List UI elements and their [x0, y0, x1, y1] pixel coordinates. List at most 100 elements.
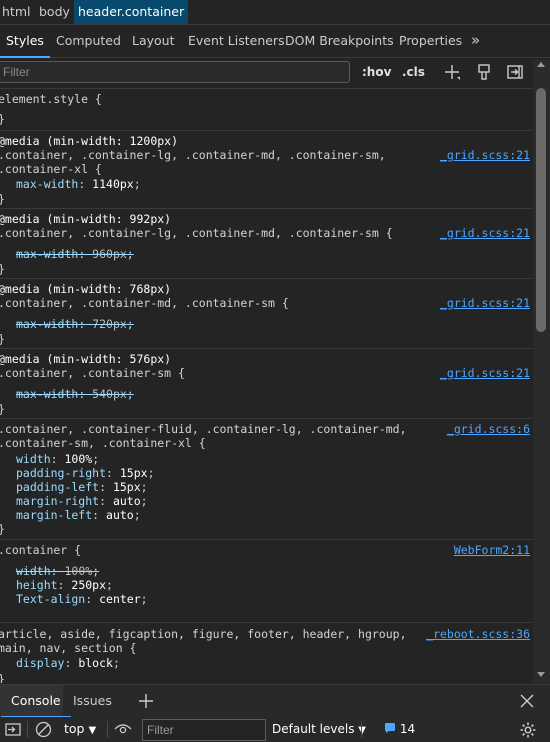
css-declaration[interactable]: Text-align: center; — [16, 592, 148, 606]
source-link[interactable]: _grid.scss:21 — [440, 296, 530, 310]
css-declaration[interactable]: margin-right: auto; — [16, 494, 148, 508]
toggle-sidebar-icon[interactable] — [505, 62, 525, 82]
style-rule[interactable]: .container { WebForm2:11 width: 100%; he… — [0, 540, 532, 623]
console-filter-input[interactable] — [142, 719, 266, 741]
css-property: margin-left — [16, 508, 93, 522]
css-declaration-overridden[interactable]: width: 100%; — [16, 564, 99, 578]
rule-selector: .container-sm, .container-xl { — [0, 436, 206, 450]
hov-button[interactable]: :hov — [362, 58, 391, 86]
styles-filter-input[interactable] — [0, 61, 350, 83]
style-rule[interactable]: @media (min-width: 1200px) .container, .… — [0, 131, 532, 209]
style-rule[interactable]: @media (min-width: 768px) .container, .c… — [0, 279, 532, 349]
media-query: @media (min-width: 1200px) — [0, 134, 179, 148]
issues-icon — [385, 723, 395, 733]
css-property: Text-align — [16, 592, 86, 606]
rule-selector: .container, .container-fluid, .container… — [0, 422, 407, 436]
rule-close-brace: } — [0, 522, 5, 536]
css-declaration[interactable]: height: 250px; — [16, 578, 113, 592]
log-levels-dropdown[interactable]: Default levels ▼ — [272, 720, 366, 738]
styles-scrollbar[interactable] — [533, 60, 550, 683]
css-property: max-width — [16, 247, 79, 261]
breadcrumb-html[interactable]: html — [0, 0, 34, 24]
tab-computed[interactable]: Computed — [56, 25, 121, 57]
css-property: max-width — [16, 387, 79, 401]
tab-layout[interactable]: Layout — [132, 25, 175, 57]
toolbar-separator — [107, 721, 108, 738]
tab-properties[interactable]: Properties — [399, 25, 462, 57]
rule-close-brace: } — [0, 332, 5, 346]
source-link[interactable]: _grid.scss:21 — [440, 226, 530, 240]
css-declaration-overridden[interactable]: max-width: 720px; — [16, 317, 134, 331]
css-value[interactable]: 720px — [92, 317, 127, 331]
console-toolbar: top ▼ Default levels ▼ 14 — [0, 717, 550, 742]
css-property: width — [16, 564, 51, 578]
css-value[interactable]: block — [78, 656, 113, 670]
css-declaration-overridden[interactable]: max-width: 540px; — [16, 387, 134, 401]
css-value[interactable]: 540px — [92, 387, 127, 401]
drawer-tabbar: Console Issues — [0, 684, 550, 718]
style-rule-element-style[interactable]: element.style { } — [0, 89, 532, 131]
css-value[interactable]: center — [99, 592, 141, 606]
style-rule[interactable]: @media (min-width: 992px) .container, .c… — [0, 209, 532, 279]
css-value[interactable]: 1140px — [92, 177, 134, 191]
css-value[interactable]: 100% — [64, 564, 92, 578]
chevron-down-icon: ▼ — [88, 725, 97, 736]
source-link[interactable]: _grid.scss:21 — [440, 148, 530, 162]
eye-icon[interactable] — [114, 722, 132, 736]
tab-dom-breakpoints[interactable]: DOM Breakpoints — [285, 25, 394, 57]
scroll-down-arrow-icon[interactable] — [537, 672, 545, 677]
css-declaration[interactable]: width: 100%; — [16, 452, 99, 466]
issues-counter[interactable]: 14 — [384, 720, 415, 738]
css-value[interactable]: 250px — [71, 578, 106, 592]
more-tabs-icon[interactable]: » — [471, 25, 480, 57]
settings-gear-icon[interactable] — [519, 721, 537, 739]
toolbar-separator — [361, 721, 362, 738]
source-link[interactable]: _grid.scss:6 — [447, 422, 530, 436]
scroll-up-arrow-icon[interactable] — [537, 62, 545, 67]
css-declaration[interactable]: max-width: 1140px; — [16, 177, 141, 191]
css-property: margin-right — [16, 494, 100, 508]
css-value[interactable]: 960px — [92, 247, 127, 261]
source-link[interactable]: _reboot.scss:36 — [426, 627, 530, 641]
tab-styles[interactable]: Styles — [0, 25, 50, 58]
css-declaration[interactable]: display: block; — [16, 656, 120, 670]
paint-brush-icon[interactable] — [474, 62, 494, 82]
rule-close-brace: } — [0, 112, 5, 126]
css-property: padding-right — [16, 466, 107, 480]
style-rule[interactable]: @media (min-width: 576px) .container, .c… — [0, 349, 532, 419]
add-tab-icon[interactable] — [138, 693, 154, 709]
scrollbar-thumb[interactable] — [536, 88, 546, 332]
css-declaration[interactable]: padding-left: 15px; — [16, 480, 148, 494]
css-value[interactable]: auto — [106, 508, 134, 522]
rule-selector: .container-xl { — [0, 162, 102, 176]
breadcrumb-body[interactable]: body — [35, 0, 74, 24]
media-query: @media (min-width: 992px) — [0, 212, 172, 226]
chevron-down-icon: ▼ — [358, 725, 366, 736]
css-value[interactable]: 15px — [120, 466, 148, 480]
css-property: height — [16, 578, 58, 592]
context-select[interactable]: top ▼ — [64, 720, 96, 738]
rule-selector: article, aside, figcaption, figure, foot… — [0, 627, 407, 641]
add-rule-icon[interactable] — [442, 62, 462, 82]
css-value[interactable]: 15px — [113, 480, 141, 494]
clear-console-icon[interactable] — [35, 721, 52, 738]
close-icon[interactable] — [520, 694, 534, 708]
css-value[interactable]: auto — [113, 494, 141, 508]
toggle-sidebar-icon[interactable] — [5, 722, 21, 737]
css-value[interactable]: 100% — [64, 452, 92, 466]
css-declaration-overridden[interactable]: max-width: 960px; — [16, 247, 134, 261]
tab-event-listeners[interactable]: Event Listeners — [188, 25, 285, 57]
source-link[interactable]: WebForm2:11 — [454, 543, 530, 557]
css-declaration[interactable]: padding-right: 15px; — [16, 466, 155, 480]
rule-close-brace: } — [0, 192, 5, 206]
css-property: width — [16, 452, 51, 466]
cls-button[interactable]: .cls — [402, 58, 425, 86]
tab-issues[interactable]: Issues — [73, 685, 112, 717]
breadcrumb-header-container[interactable]: header.container — [74, 0, 189, 24]
css-property: max-width — [16, 177, 79, 191]
source-link[interactable]: _grid.scss:21 — [440, 366, 530, 380]
style-rule[interactable]: .container, .container-fluid, .container… — [0, 419, 532, 540]
css-declaration[interactable]: margin-left: auto; — [16, 508, 141, 522]
tab-console[interactable]: Console — [1, 685, 71, 718]
style-rule[interactable]: article, aside, figcaption, figure, foot… — [0, 623, 532, 683]
